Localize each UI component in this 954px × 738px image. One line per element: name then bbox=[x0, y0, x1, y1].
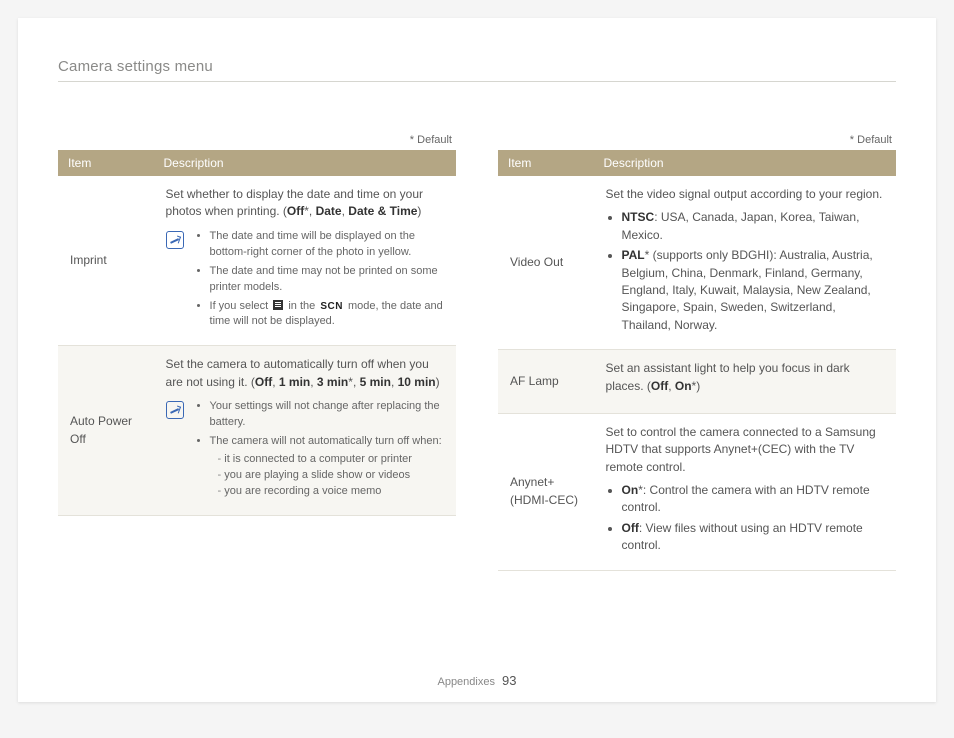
item-cell: Video Out bbox=[498, 176, 594, 350]
item-cell: AF Lamp bbox=[498, 350, 594, 414]
table-row: Auto Power Off Set the camera to automat… bbox=[58, 346, 456, 515]
item-cell: Auto Power Off bbox=[58, 346, 154, 515]
option-list: NTSC: USA, Canada, Japan, Korea, Taiwan,… bbox=[606, 209, 884, 334]
th-item: Item bbox=[58, 150, 154, 176]
note-subitem: you are playing a slide show or videos bbox=[218, 468, 444, 484]
item-cell: Anynet+ (HDMI-CEC) bbox=[498, 413, 594, 570]
default-note: * Default bbox=[58, 134, 452, 146]
settings-table-left: Item Description Imprint Set whether to … bbox=[58, 150, 456, 516]
table-row: AF Lamp Set an assistant light to help y… bbox=[498, 350, 896, 414]
footer-label: Appendixes bbox=[437, 676, 495, 688]
note-block: The date and time will be displayed on t… bbox=[166, 229, 444, 334]
note-item: Your settings will not change after repl… bbox=[210, 399, 444, 431]
note-icon bbox=[166, 401, 184, 419]
menu-glyph-icon bbox=[273, 300, 283, 310]
option-item: On*: Control the camera with an HDTV rem… bbox=[622, 482, 884, 517]
settings-table-right: Item Description Video Out Set the video… bbox=[498, 150, 896, 571]
page-number: 93 bbox=[502, 673, 516, 688]
th-desc: Description bbox=[154, 150, 456, 176]
note-list: Your settings will not change after repl… bbox=[194, 399, 444, 503]
table-row: Imprint Set whether to display the date … bbox=[58, 176, 456, 346]
desc-cell: Set whether to display the date and time… bbox=[154, 176, 456, 346]
left-column: * Default Item Description Imprint Set w… bbox=[58, 134, 456, 571]
note-item: If you select in the SCN mode, the date … bbox=[210, 299, 444, 331]
section-title: Camera settings menu bbox=[58, 58, 896, 82]
content-columns: * Default Item Description Imprint Set w… bbox=[58, 134, 896, 571]
desc-cell: Set to control the camera connected to a… bbox=[594, 413, 896, 570]
note-item: The date and time may not be printed on … bbox=[210, 264, 444, 296]
note-item: The date and time will be displayed on t… bbox=[210, 229, 444, 261]
note-sublist: it is connected to a computer or printer… bbox=[210, 452, 444, 500]
scn-label: SCN bbox=[320, 301, 343, 312]
th-desc: Description bbox=[594, 150, 896, 176]
desc-cell: Set the camera to automatically turn off… bbox=[154, 346, 456, 515]
page-footer: Appendixes 93 bbox=[18, 673, 936, 688]
option-item: NTSC: USA, Canada, Japan, Korea, Taiwan,… bbox=[622, 209, 884, 244]
desc-cell: Set an assistant light to help you focus… bbox=[594, 350, 896, 414]
option-item: Off: View files without using an HDTV re… bbox=[622, 520, 884, 555]
default-note: * Default bbox=[498, 134, 892, 146]
th-item: Item bbox=[498, 150, 594, 176]
note-subitem: you are recording a voice memo bbox=[218, 484, 444, 500]
table-row: Video Out Set the video signal output ac… bbox=[498, 176, 896, 350]
table-row: Anynet+ (HDMI-CEC) Set to control the ca… bbox=[498, 413, 896, 570]
option-list: On*: Control the camera with an HDTV rem… bbox=[606, 482, 884, 555]
note-block: Your settings will not change after repl… bbox=[166, 399, 444, 503]
desc-cell: Set the video signal output according to… bbox=[594, 176, 896, 350]
page: Camera settings menu * Default Item Desc… bbox=[18, 18, 936, 702]
note-subitem: it is connected to a computer or printer bbox=[218, 452, 444, 468]
right-column: * Default Item Description Video Out Set… bbox=[498, 134, 896, 571]
option-item: PAL* (supports only BDGHI): Australia, A… bbox=[622, 247, 884, 334]
note-list: The date and time will be displayed on t… bbox=[194, 229, 444, 334]
note-item: The camera will not automatically turn o… bbox=[210, 434, 444, 500]
item-cell: Imprint bbox=[58, 176, 154, 346]
note-icon bbox=[166, 231, 184, 249]
